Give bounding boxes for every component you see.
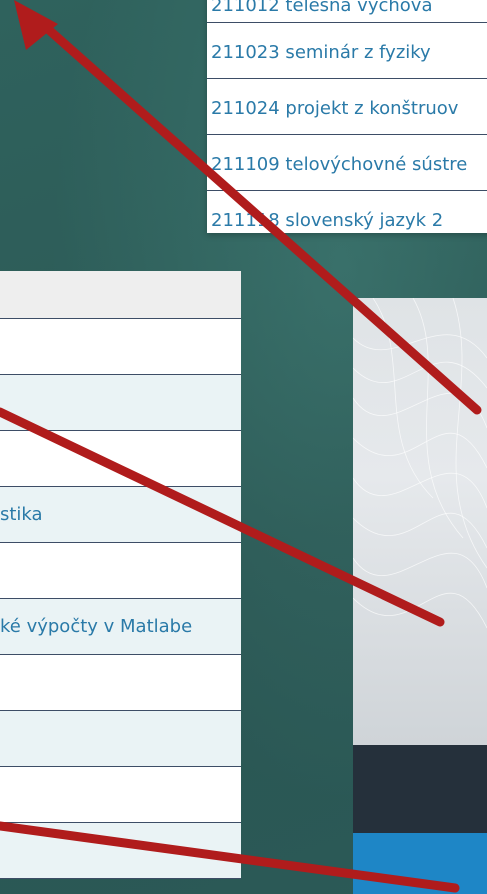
arrow-head-icon — [14, 0, 58, 50]
arrow-line-3 — [0, 821, 460, 893]
annotation-arrows — [0, 0, 482, 893]
arrow-line-1 — [35, 17, 482, 415]
arrow-line-2 — [0, 407, 445, 627]
